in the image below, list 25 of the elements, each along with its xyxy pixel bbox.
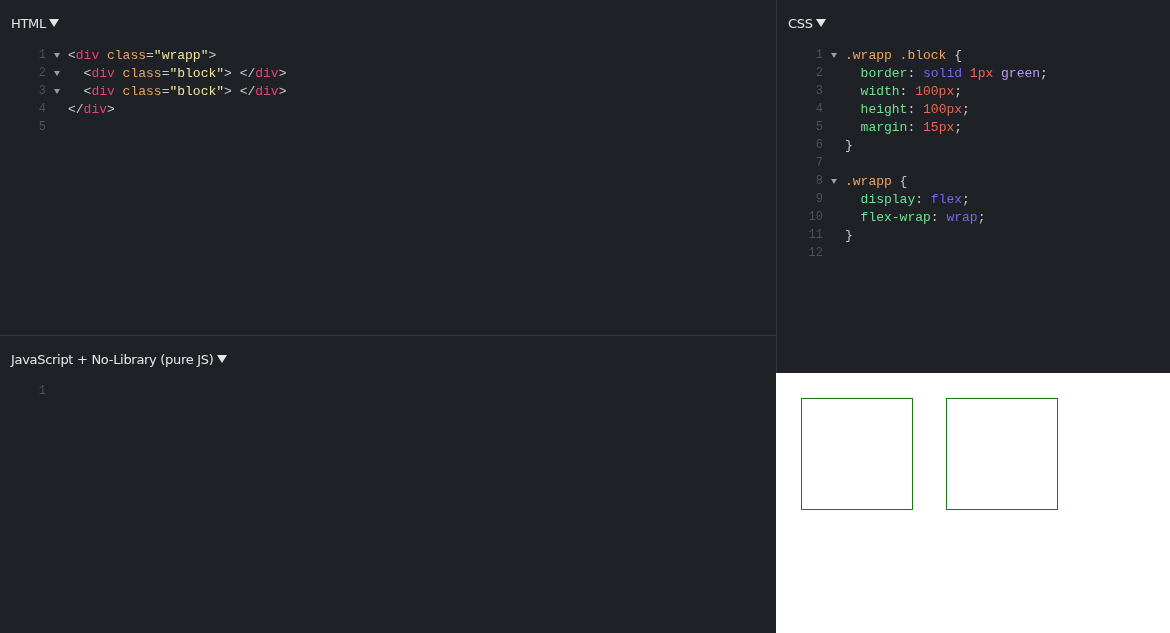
panel-title[interactable]: CSS xyxy=(788,15,813,31)
dropdown-icon[interactable] xyxy=(815,19,826,27)
code-line: flex-wrap: wrap; xyxy=(859,209,986,225)
dropdown-icon[interactable] xyxy=(216,355,227,363)
panel-title[interactable]: JavaScript + No-Library (pure JS) xyxy=(11,351,214,367)
code-line: height: 100px; xyxy=(859,101,970,117)
code-line: <div class="block"> </div> xyxy=(82,83,287,99)
code-line: <div class="wrapp"> xyxy=(68,47,217,63)
code-line: } xyxy=(845,227,853,243)
code-line: display: flex; xyxy=(859,191,970,207)
code-line: .wrapp .block { xyxy=(845,47,963,63)
fold-arrow-icon[interactable] xyxy=(54,52,60,58)
code-line: <div class="block"> </div> xyxy=(82,65,287,81)
code-line: border: solid 1px green; xyxy=(859,65,1048,81)
fold-arrow-icon[interactable] xyxy=(54,70,60,76)
code-line: .wrapp { xyxy=(845,173,908,189)
fold-arrow-icon[interactable] xyxy=(831,178,837,184)
fold-arrow-icon[interactable] xyxy=(831,52,837,58)
code-line: width: 100px; xyxy=(859,83,963,99)
panel-title[interactable]: HTML xyxy=(11,15,46,31)
code-line: margin: 15px; xyxy=(859,119,963,135)
dropdown-icon[interactable] xyxy=(49,19,59,27)
code-line: </div> xyxy=(68,101,115,117)
fold-arrow-icon[interactable] xyxy=(54,88,60,94)
code-line: } xyxy=(845,137,853,153)
